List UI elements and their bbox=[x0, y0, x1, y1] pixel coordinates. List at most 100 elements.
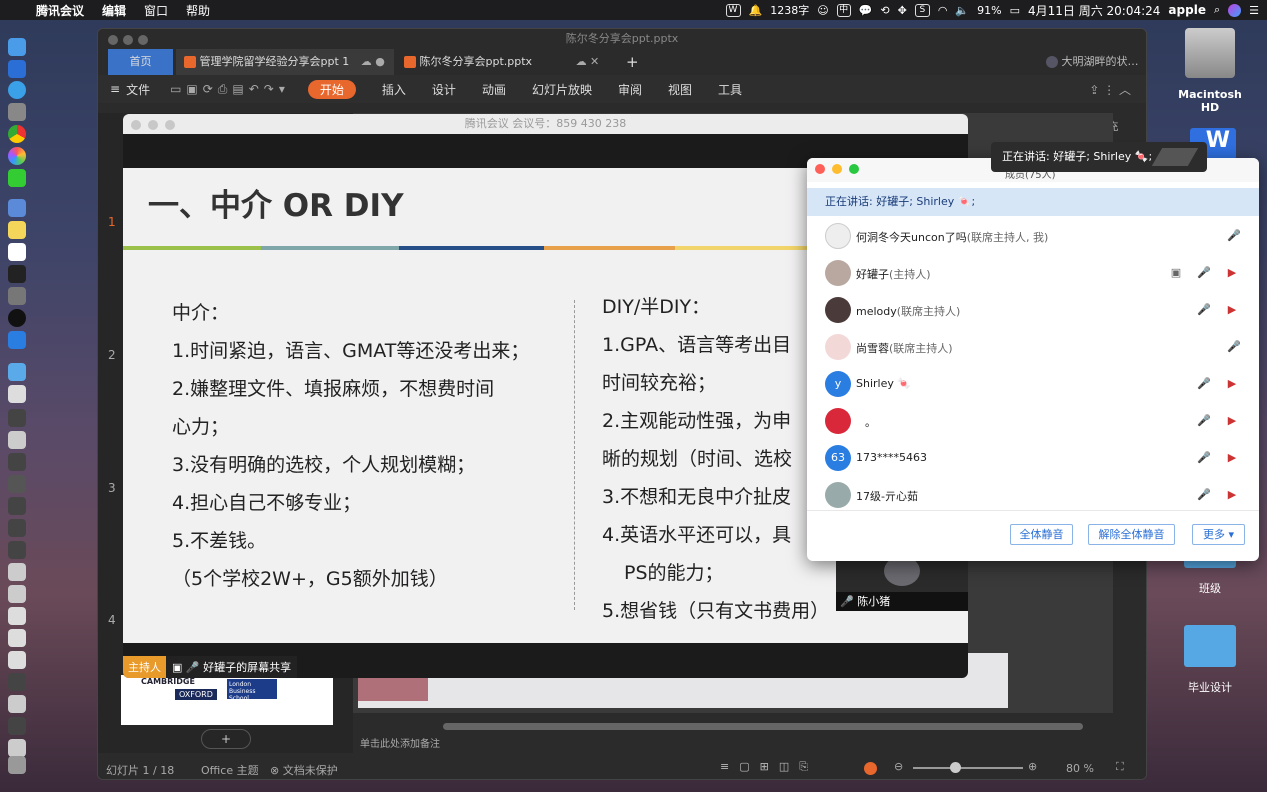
tencent-meeting-icon[interactable] bbox=[8, 331, 26, 349]
tab-insert[interactable]: 插入 bbox=[382, 81, 406, 98]
activity-monitor-icon[interactable] bbox=[8, 265, 26, 283]
wechat-dock-icon[interactable] bbox=[8, 169, 26, 187]
mic-muted-icon[interactable]: 🎤 bbox=[1227, 229, 1241, 243]
view-icons[interactable]: ≡▢⊞◫⎘ bbox=[720, 760, 818, 774]
mic-on-icon[interactable]: 🎤 bbox=[1197, 377, 1211, 391]
time-machine-icon[interactable]: ⟲ bbox=[880, 4, 889, 17]
tab-animation[interactable]: 动画 bbox=[482, 81, 506, 98]
tab-design[interactable]: 设计 bbox=[432, 81, 456, 98]
safari-icon[interactable] bbox=[8, 81, 26, 99]
mic-muted-icon[interactable]: 🎤 bbox=[1197, 451, 1211, 465]
zoom-out-icon[interactable]: ⊖ bbox=[894, 760, 903, 773]
menu-app-name[interactable]: 腾讯会议 bbox=[36, 2, 84, 19]
desktop-folder-graduation[interactable]: 毕业设计 bbox=[1170, 625, 1250, 695]
doc-icon-10[interactable] bbox=[8, 585, 26, 603]
doc-icon-7[interactable] bbox=[8, 519, 26, 537]
menu-window[interactable]: 窗口 bbox=[144, 2, 168, 19]
input-method[interactable]: 中 bbox=[836, 3, 851, 17]
menu-help[interactable]: 帮助 bbox=[186, 2, 210, 19]
chrome-icon[interactable] bbox=[8, 125, 26, 143]
mic-muted-icon[interactable]: 🎤 bbox=[1197, 303, 1211, 317]
minimize-button[interactable] bbox=[123, 35, 133, 45]
camera-off-icon[interactable]: ▶ bbox=[1225, 266, 1239, 280]
close-tab-icon[interactable]: ☁ ✕ bbox=[576, 55, 600, 68]
member-row[interactable]: 好罐子(主持人) ▣ 🎤 ▶ bbox=[807, 255, 1259, 292]
tab-doc-2[interactable]: 陈尔冬分享会ppt.pptx ☁ ✕ bbox=[396, 49, 614, 75]
fit-icon[interactable]: ⛶ bbox=[1116, 760, 1124, 774]
add-slide-button[interactable]: + bbox=[201, 729, 251, 749]
tab-tools[interactable]: 工具 bbox=[718, 81, 742, 98]
doc-icon-13[interactable] bbox=[8, 651, 26, 669]
control-center-icon[interactable]: ☰ bbox=[1249, 4, 1259, 17]
member-row[interactable]: 17级-亓心茹 🎤 ▶ bbox=[807, 477, 1259, 514]
zoom-slider-knob[interactable] bbox=[950, 762, 961, 773]
battery-icon[interactable]: ▭ bbox=[1010, 4, 1020, 17]
zoom-slider[interactable] bbox=[913, 767, 1023, 769]
user-name[interactable]: apple bbox=[1168, 3, 1206, 17]
zoom-in-icon[interactable]: ⊕ bbox=[1028, 760, 1037, 773]
camera-off-icon[interactable]: ▶ bbox=[1225, 377, 1239, 391]
account-name[interactable]: 大明湖畔的状… bbox=[1038, 49, 1139, 75]
doc-icon-14[interactable] bbox=[8, 673, 26, 691]
finder-icon[interactable] bbox=[8, 38, 26, 56]
zoom-level[interactable]: 80 % bbox=[1066, 762, 1094, 775]
minimize-button[interactable] bbox=[148, 120, 158, 130]
close-button[interactable] bbox=[815, 164, 825, 174]
hamburger-icon[interactable]: ≡ bbox=[110, 82, 120, 96]
tab-home[interactable]: 首页 bbox=[108, 49, 173, 75]
doc-icon-4[interactable] bbox=[8, 453, 26, 471]
tab-start[interactable]: 开始 bbox=[307, 79, 356, 99]
new-tab-button[interactable]: + bbox=[618, 49, 639, 75]
member-row[interactable]: 何洞冬今天uncon了吗(联席主持人, 我) 🎤 bbox=[807, 218, 1259, 255]
scroll-icon[interactable]: ✥ bbox=[898, 4, 907, 17]
notes-area[interactable]: 单击此处添加备注 bbox=[360, 735, 440, 750]
share-icon[interactable]: ⇪ ⋮ ︿ bbox=[1089, 81, 1131, 98]
screen-share-icon[interactable]: ▣ bbox=[1169, 266, 1183, 280]
camera-off-icon[interactable]: ▶ bbox=[1225, 488, 1239, 502]
doc-icon-15[interactable] bbox=[8, 695, 26, 713]
system-prefs-icon[interactable] bbox=[8, 103, 26, 121]
mic-on-icon[interactable]: 🎤 bbox=[1197, 266, 1211, 280]
siri-icon[interactable] bbox=[1228, 3, 1242, 17]
photos-icon[interactable] bbox=[8, 147, 26, 165]
desktop-hd[interactable]: Macintosh HD bbox=[1170, 28, 1250, 114]
smiley-icon[interactable]: ☺ bbox=[817, 4, 828, 17]
minimize-button[interactable] bbox=[832, 164, 842, 174]
doc-icon-2[interactable] bbox=[8, 409, 26, 427]
close-button[interactable] bbox=[131, 120, 141, 130]
zoom-button[interactable] bbox=[165, 120, 175, 130]
datetime[interactable]: 4月11日 周六 20:04:24 bbox=[1028, 2, 1160, 19]
zoom-button[interactable] bbox=[849, 164, 859, 174]
wps-menu-icon[interactable]: W bbox=[725, 3, 741, 17]
unmute-all-button[interactable]: 解除全体静音 bbox=[1088, 524, 1175, 545]
wps-icon[interactable] bbox=[8, 60, 26, 78]
volume-icon[interactable]: 🔈 bbox=[955, 4, 969, 17]
s-app-icon[interactable]: S bbox=[914, 3, 930, 17]
trash-icon[interactable] bbox=[8, 756, 26, 774]
folder-icon[interactable] bbox=[8, 363, 26, 381]
horizontal-scrollbar[interactable] bbox=[443, 723, 1083, 730]
member-row[interactable]: 63 173****5463 🎤 ▶ bbox=[807, 440, 1259, 477]
video-tile[interactable]: 🎤 陈小猪 bbox=[836, 554, 968, 611]
zoom-button[interactable] bbox=[138, 35, 148, 45]
tab-view[interactable]: 视图 bbox=[668, 81, 692, 98]
baidu-disk-icon[interactable] bbox=[8, 243, 26, 261]
doc-icon-8[interactable] bbox=[8, 541, 26, 559]
doc-icon-6[interactable] bbox=[8, 497, 26, 515]
wechat-icon[interactable]: 💬 bbox=[859, 4, 873, 17]
doc-icon-3[interactable] bbox=[8, 431, 26, 449]
slide-thumbnail-4[interactable]: CAMBRIDGE London Business School OXFORD bbox=[121, 675, 333, 725]
mic-muted-icon[interactable]: 🎤 bbox=[1197, 414, 1211, 428]
quick-access-icons[interactable]: ▭▣⟳⎙▤↶↷▾ bbox=[170, 82, 290, 97]
mic-muted-icon[interactable]: 🎤 bbox=[1197, 488, 1211, 502]
tab-slideshow[interactable]: 幻灯片放映 bbox=[532, 81, 592, 98]
bell-icon[interactable]: 🔔 bbox=[749, 4, 763, 17]
mute-all-button[interactable]: 全体静音 bbox=[1010, 524, 1073, 545]
member-row[interactable]: 尚雪蓉(联席主持人) 🎤 bbox=[807, 329, 1259, 366]
doc-icon-16[interactable] bbox=[8, 717, 26, 735]
member-row[interactable]: melody(联席主持人) 🎤 ▶ bbox=[807, 292, 1259, 329]
doc-icon-5[interactable] bbox=[8, 475, 26, 493]
play-icon[interactable] bbox=[864, 762, 877, 775]
doc-icon-12[interactable] bbox=[8, 629, 26, 647]
close-button[interactable] bbox=[108, 35, 118, 45]
